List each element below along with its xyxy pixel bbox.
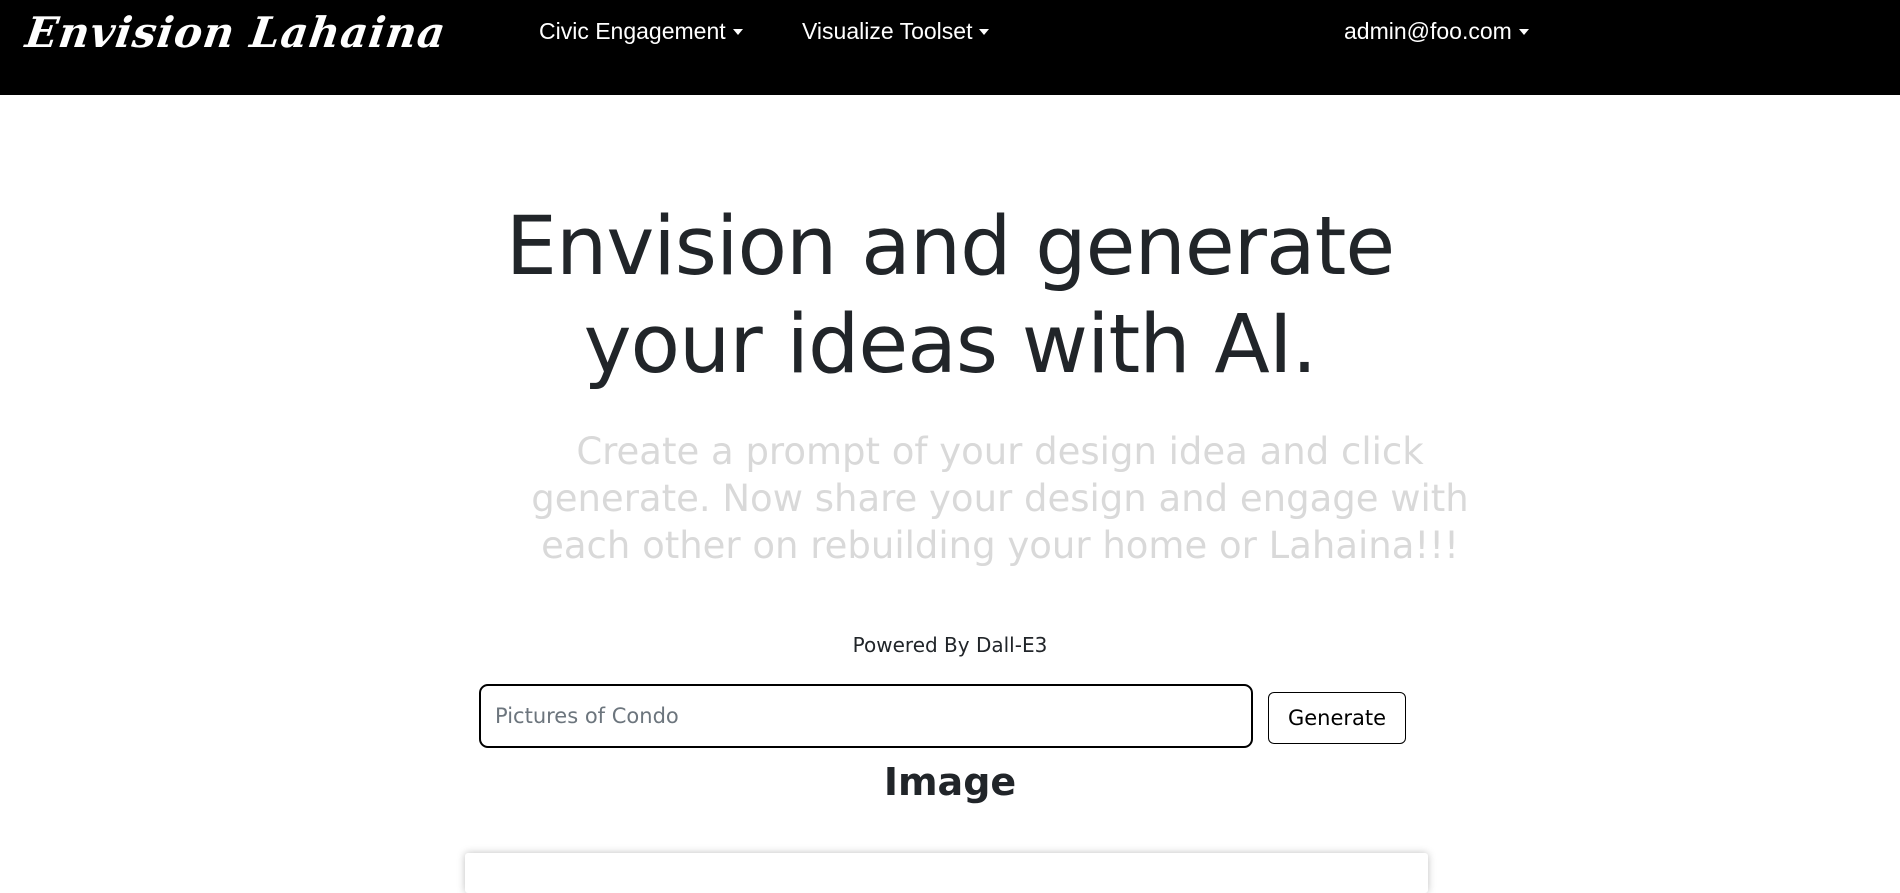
image-section-heading: Image (883, 760, 1017, 804)
nav-civic-engagement-label: Civic Engagement (539, 18, 726, 44)
brand-logo[interactable]: Envision Lahaina (23, 8, 450, 57)
powered-by-text: Powered By Dall-E3 (852, 633, 1048, 657)
nav-visualize-toolset-dropdown[interactable]: Visualize Toolset (802, 18, 990, 45)
prompt-input[interactable] (479, 684, 1253, 748)
hero-subtitle: Create a prompt of your design idea and … (531, 430, 1469, 567)
caret-down-icon (979, 28, 990, 35)
top-navbar: Envision Lahaina Civic Engagement Visual… (0, 0, 1900, 95)
generated-image-card (465, 853, 1428, 893)
nav-visualize-toolset-label: Visualize Toolset (802, 18, 973, 44)
generate-button[interactable]: Generate (1268, 692, 1406, 744)
user-account-dropdown[interactable]: admin@foo.com (1344, 18, 1529, 45)
caret-down-icon (732, 28, 743, 35)
nav-civic-engagement-dropdown[interactable]: Civic Engagement (539, 18, 743, 45)
caret-down-icon (1518, 28, 1529, 35)
user-email-label: admin@foo.com (1344, 18, 1512, 44)
hero-title: Envision and generate your ideas with AI… (505, 200, 1395, 392)
